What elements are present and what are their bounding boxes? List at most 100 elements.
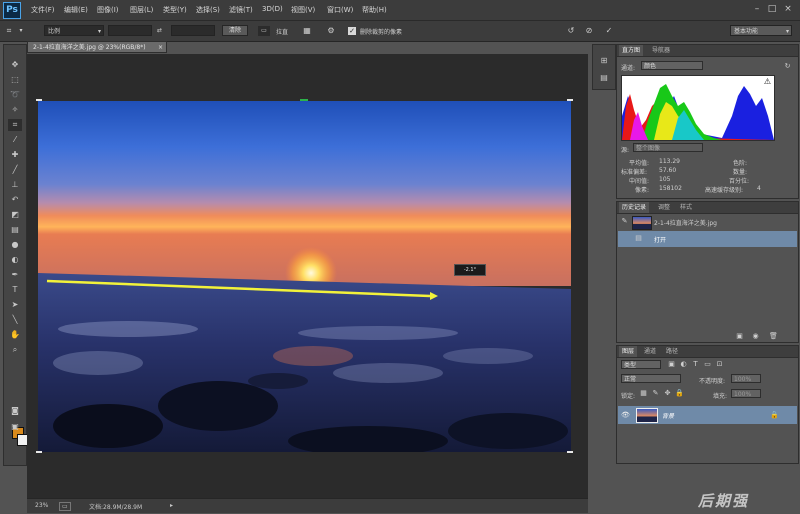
commit-crop-icon[interactable]: ✓ — [604, 26, 614, 36]
tab-history[interactable]: 历史记录 — [619, 202, 650, 213]
new-document-from-state-icon[interactable]: ▣ — [735, 332, 744, 341]
pixel-filter-icon[interactable]: ▣ — [667, 360, 676, 369]
crop-tool-icon[interactable]: ⌗ — [8, 119, 22, 131]
swap-icon[interactable]: ⇄ — [157, 27, 162, 34]
delete-cropped-checkbox[interactable]: ✓ — [348, 27, 356, 35]
menu-layer[interactable]: 图层(L) — [130, 5, 153, 15]
stat-mean-value: 113.29 — [659, 158, 680, 165]
width-field[interactable] — [108, 25, 152, 36]
status-menu-arrow-icon[interactable]: ▸ — [170, 502, 173, 509]
menu-filter[interactable]: 滤镜(T) — [229, 5, 253, 15]
menu-select[interactable]: 选择(S) — [196, 5, 220, 15]
tab-paths[interactable]: 路径 — [663, 346, 681, 357]
menu-window[interactable]: 窗口(W) — [327, 5, 353, 15]
type-filter-icon[interactable]: T — [691, 360, 700, 369]
menu-view[interactable]: 视图(V) — [291, 5, 315, 15]
marquee-tool-icon[interactable]: ⬚ — [8, 74, 22, 86]
source-select[interactable]: 整个图像 — [633, 143, 703, 152]
lock-position-icon[interactable]: ✥ — [663, 389, 672, 398]
ratio-select[interactable]: 比例 ▾ — [44, 25, 104, 36]
layer-filter-select[interactable]: 类型 — [621, 360, 661, 369]
lasso-tool-icon[interactable]: ➰ — [8, 89, 22, 101]
minimize-icon[interactable]: – — [752, 4, 762, 14]
path-selection-icon[interactable]: ➤ — [8, 299, 22, 311]
workspace-select[interactable]: 基本功能 ▾ — [730, 25, 792, 36]
clear-button[interactable]: 清除 — [222, 25, 248, 36]
history-snapshot-row[interactable]: ✎ 2-1-4拉直海洋之美.jpg — [618, 214, 797, 230]
reset-icon[interactable]: ↺ — [566, 26, 576, 36]
source-label: 源: — [621, 147, 630, 154]
chevron-down-icon[interactable]: ▾ — [16, 26, 26, 36]
layer-row-background[interactable]: 👁 背景 🔒 — [618, 406, 797, 424]
shape-filter-icon[interactable]: ▭ — [703, 360, 712, 369]
tab-layers[interactable]: 图层 — [619, 346, 638, 357]
fill-field[interactable]: 100% — [731, 389, 761, 398]
dodge-tool-icon[interactable]: ◐ — [8, 254, 22, 266]
crop-tool-preset-icon[interactable]: ⌗ — [4, 26, 14, 36]
channel-select[interactable]: 颜色 — [641, 61, 703, 70]
crop-handle-bottom-left[interactable] — [36, 451, 42, 453]
hand-tool-icon[interactable]: ✋ — [8, 329, 22, 341]
crop-handle-top-left[interactable] — [36, 99, 42, 101]
zoom-tool-icon[interactable]: ⌕ — [8, 344, 22, 356]
type-tool-icon[interactable]: T — [8, 284, 22, 296]
gradient-icon[interactable]: ▤ — [8, 224, 22, 236]
pen-tool-icon[interactable]: ✒ — [8, 269, 22, 281]
healing-brush-icon[interactable]: ✚ — [8, 149, 22, 161]
menu-file[interactable]: 文件(F) — [31, 5, 55, 15]
history-brush-icon[interactable]: ↶ — [8, 194, 22, 206]
move-tool-icon[interactable]: ✥ — [8, 59, 22, 71]
tab-adjustments[interactable]: 调整 — [655, 202, 673, 213]
grid-overlay-icon[interactable]: ▦ — [302, 26, 312, 36]
properties-icon[interactable]: ▤ — [597, 72, 611, 84]
crop-handle-top-right[interactable] — [567, 99, 573, 101]
menu-edit[interactable]: 编辑(E) — [64, 5, 88, 15]
straighten-icon[interactable]: ▭ — [258, 26, 270, 36]
tab-histogram[interactable]: 直方图 — [619, 45, 644, 56]
photo-canvas[interactable] — [38, 101, 571, 452]
menu-image[interactable]: 图像(I) — [97, 5, 119, 15]
eyedropper-icon[interactable]: ⁄ — [8, 134, 22, 146]
eraser-icon[interactable]: ◩ — [8, 209, 22, 221]
cancel-crop-icon[interactable]: ⊘ — [584, 26, 594, 36]
restore-icon[interactable]: □ — [767, 4, 777, 14]
close-icon[interactable]: × — [158, 42, 163, 54]
refresh-icon[interactable]: ↻ — [783, 62, 792, 71]
height-field[interactable] — [171, 25, 215, 36]
stat-cache-value: 4 — [757, 185, 761, 192]
adjustment-filter-icon[interactable]: ◐ — [679, 360, 688, 369]
blend-mode-select[interactable]: 正常 — [621, 374, 681, 383]
opacity-field[interactable]: 100% — [731, 374, 761, 383]
status-info-icon[interactable]: ▭ — [59, 502, 71, 511]
crop-handle-bottom-right[interactable] — [567, 451, 573, 453]
tab-navigator[interactable]: 导航器 — [649, 45, 673, 56]
menu-help[interactable]: 帮助(H) — [362, 5, 387, 15]
lock-transparency-icon[interactable]: ▦ — [639, 389, 648, 398]
straighten-line[interactable] — [38, 101, 571, 452]
screen-mode-icon[interactable]: ▣ — [8, 421, 22, 433]
clone-stamp-icon[interactable]: ⊥ — [8, 179, 22, 191]
trash-icon[interactable]: 🗑 — [769, 332, 778, 341]
smart-object-filter-icon[interactable]: ⊡ — [715, 360, 724, 369]
panel-toggle-icon[interactable]: ⊞ — [597, 55, 611, 67]
menu-type[interactable]: 类型(Y) — [163, 5, 187, 15]
quick-mask-icon[interactable]: ◙ — [8, 405, 22, 417]
history-item-open[interactable]: ▤ 打开 — [618, 231, 797, 247]
gear-icon[interactable]: ⚙ — [326, 26, 336, 36]
history-tabs: 历史记录 调整 样式 — [617, 202, 798, 214]
brush-tool-icon[interactable]: ╱ — [8, 164, 22, 176]
camera-icon[interactable]: ◉ — [751, 332, 760, 341]
document-tab[interactable]: 2-1-4拉直海洋之美.jpg @ 23%(RGB/8*) × — [27, 41, 167, 53]
lock-pixels-icon[interactable]: ✎ — [651, 389, 660, 398]
magic-wand-icon[interactable]: ✧ — [8, 104, 22, 116]
crop-handle-top-center[interactable] — [300, 99, 308, 101]
close-icon[interactable]: × — [783, 4, 793, 14]
blur-tool-icon[interactable]: ● — [8, 239, 22, 251]
tab-channels[interactable]: 通道 — [641, 346, 659, 357]
line-tool-icon[interactable]: ╲ — [8, 314, 22, 326]
zoom-level[interactable]: 23% — [35, 502, 48, 509]
tab-styles[interactable]: 样式 — [677, 202, 695, 213]
eye-icon[interactable]: 👁 — [621, 411, 630, 420]
menu-3d[interactable]: 3D(D) — [262, 5, 283, 13]
lock-all-icon[interactable]: 🔒 — [675, 389, 684, 398]
